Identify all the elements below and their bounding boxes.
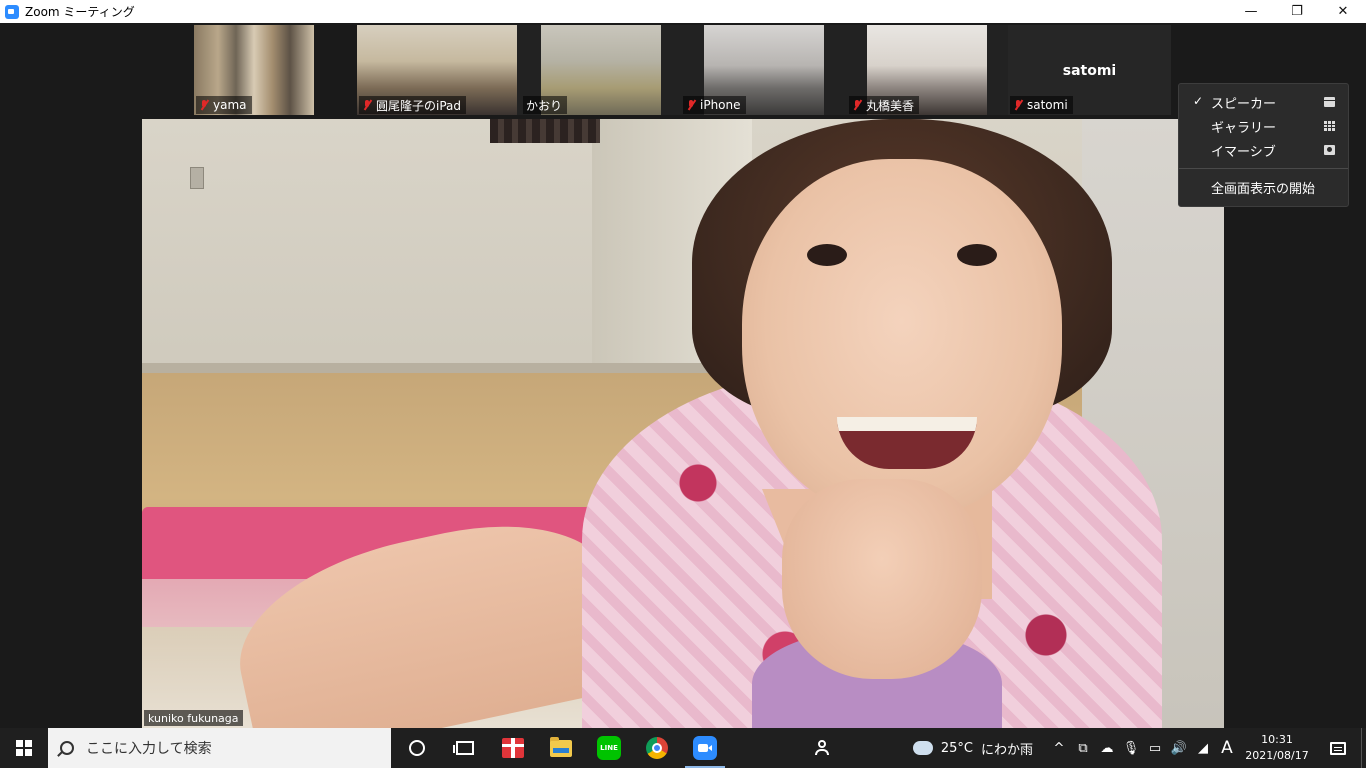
- people-icon: [815, 740, 831, 756]
- search-placeholder: ここに入力して検索: [86, 741, 212, 757]
- windows-taskbar: ここに入力して検索 LINE 25°C にわか雨 ^ ⧉ ☁ 🎙 ▭ 🔊 ◢ A…: [0, 728, 1366, 768]
- participant-name: yama: [213, 98, 247, 112]
- meet-now-icon[interactable]: ⧉: [1071, 741, 1095, 756]
- participant-thumbnail[interactable]: かおり: [517, 25, 681, 115]
- task-view-button[interactable]: [441, 728, 489, 768]
- line-app-button[interactable]: LINE: [585, 728, 633, 768]
- task-view-icon: [453, 741, 474, 755]
- zoom-icon: [693, 736, 717, 760]
- participant-name: satomi: [1027, 98, 1068, 112]
- participant-name: 圓尾隆子のiPad: [376, 98, 462, 113]
- active-speaker-name: kuniko fukunaga: [144, 710, 243, 726]
- video-light-switch: [190, 167, 204, 189]
- weather-condition[interactable]: にわか雨: [981, 739, 1033, 758]
- zoom-app-button[interactable]: [681, 728, 729, 768]
- cortana-button[interactable]: [393, 728, 441, 768]
- system-tray: 25°C にわか雨 ^ ⧉ ☁ 🎙 ▭ 🔊 ◢ A 10:31 2021/08/…: [908, 728, 1366, 768]
- menu-item-speaker-view[interactable]: ✓ スピーカー: [1179, 90, 1348, 114]
- windows-logo-icon: [16, 740, 32, 756]
- gift-app-button[interactable]: [489, 728, 537, 768]
- participant-label: 圓尾隆子のiPad: [359, 96, 467, 114]
- clock-time: 10:31: [1261, 733, 1293, 746]
- participant-name: かおり: [526, 98, 563, 113]
- taskbar-search-box[interactable]: ここに入力して検索: [48, 728, 391, 768]
- participant-label: かおり: [523, 96, 568, 114]
- file-explorer-icon: [550, 736, 572, 757]
- minimize-button[interactable]: —: [1228, 0, 1274, 23]
- video-person-hand: [782, 479, 982, 679]
- participant-label: satomi: [1010, 96, 1073, 114]
- menu-item-label: イマーシブ: [1211, 144, 1276, 160]
- participant-thumbnail[interactable]: yama: [194, 25, 314, 115]
- participant-thumbnail[interactable]: iPhone: [681, 25, 847, 115]
- video-person-eye: [957, 244, 997, 266]
- ime-indicator[interactable]: A: [1215, 738, 1239, 758]
- onedrive-icon[interactable]: ☁: [1095, 741, 1119, 756]
- participant-label: 丸橋美香: [849, 96, 920, 114]
- people-button[interactable]: [799, 728, 847, 768]
- menu-item-label: ギャラリー: [1211, 120, 1277, 136]
- active-speaker-video[interactable]: kuniko fukunaga: [142, 119, 1224, 728]
- meeting-stage: yama 圓尾隆子のiPad かおり iPhone 丸橋美香 satomi sa…: [0, 23, 1366, 728]
- chevron-up-icon[interactable]: ^: [1047, 741, 1071, 756]
- taskbar-clock[interactable]: 10:31 2021/08/17: [1239, 732, 1315, 764]
- mic-muted-icon: [199, 99, 209, 111]
- line-icon: LINE: [597, 736, 621, 760]
- view-menu: ✓ スピーカー ギャラリー イマーシブ 全画面表示の開始: [1178, 83, 1349, 207]
- gallery-view-icon: [1324, 121, 1335, 131]
- gift-icon: [502, 738, 524, 758]
- weather-temp[interactable]: 25°C: [941, 741, 973, 756]
- microphone-icon[interactable]: 🎙: [1119, 741, 1143, 756]
- weather-icon[interactable]: [908, 736, 933, 755]
- menu-item-fullscreen[interactable]: 全画面表示の開始: [1179, 175, 1348, 199]
- file-explorer-button[interactable]: [537, 728, 585, 768]
- maximize-button[interactable]: ❐: [1274, 0, 1320, 23]
- clock-date: 2021/08/17: [1245, 749, 1309, 762]
- menu-item-label: 全画面表示の開始: [1211, 181, 1316, 197]
- start-button[interactable]: [0, 728, 48, 768]
- mic-muted-icon: [362, 99, 372, 111]
- zoom-app-icon: [5, 4, 19, 19]
- mic-muted-icon: [852, 99, 862, 111]
- participant-label: iPhone: [683, 96, 746, 114]
- speaker-view-icon: [1324, 97, 1335, 107]
- participant-name: 丸橋美香: [866, 98, 915, 113]
- check-icon: ✓: [1193, 94, 1204, 108]
- participant-thumbnail[interactable]: 圓尾隆子のiPad: [357, 25, 517, 115]
- chrome-app-button[interactable]: [633, 728, 681, 768]
- mic-muted-icon: [686, 99, 696, 111]
- close-button[interactable]: ✕: [1320, 0, 1366, 23]
- window-titlebar: Zoom ミーティング — ❐ ✕: [0, 0, 1366, 23]
- notification-center-button[interactable]: [1315, 728, 1361, 768]
- participant-label: yama: [196, 96, 252, 114]
- menu-item-immersive-view[interactable]: イマーシブ: [1179, 138, 1348, 162]
- show-desktop-button[interactable]: [1361, 728, 1366, 768]
- notification-icon: [1330, 741, 1346, 755]
- battery-icon[interactable]: ▭: [1143, 741, 1167, 756]
- cortana-icon: [409, 740, 425, 756]
- volume-icon[interactable]: 🔊: [1167, 741, 1191, 756]
- menu-divider: [1179, 168, 1348, 169]
- menu-item-gallery-view[interactable]: ギャラリー: [1179, 114, 1348, 138]
- video-curtain: [490, 119, 600, 143]
- participant-thumbnail[interactable]: 丸橋美香: [847, 25, 1008, 115]
- mic-muted-icon: [1013, 99, 1023, 111]
- window-title: Zoom ミーティング: [25, 5, 135, 19]
- participant-name: iPhone: [700, 98, 741, 112]
- participant-center-name: satomi: [1062, 63, 1117, 79]
- window-controls: — ❐ ✕: [1228, 0, 1366, 23]
- immersive-view-icon: [1324, 145, 1335, 155]
- wifi-icon[interactable]: ◢: [1191, 741, 1215, 756]
- participant-thumbnail[interactable]: satomi satomi: [1008, 25, 1171, 115]
- search-icon: [60, 741, 74, 755]
- chrome-icon: [646, 737, 668, 759]
- video-person-eye: [807, 244, 847, 266]
- menu-item-label: スピーカー: [1211, 96, 1277, 112]
